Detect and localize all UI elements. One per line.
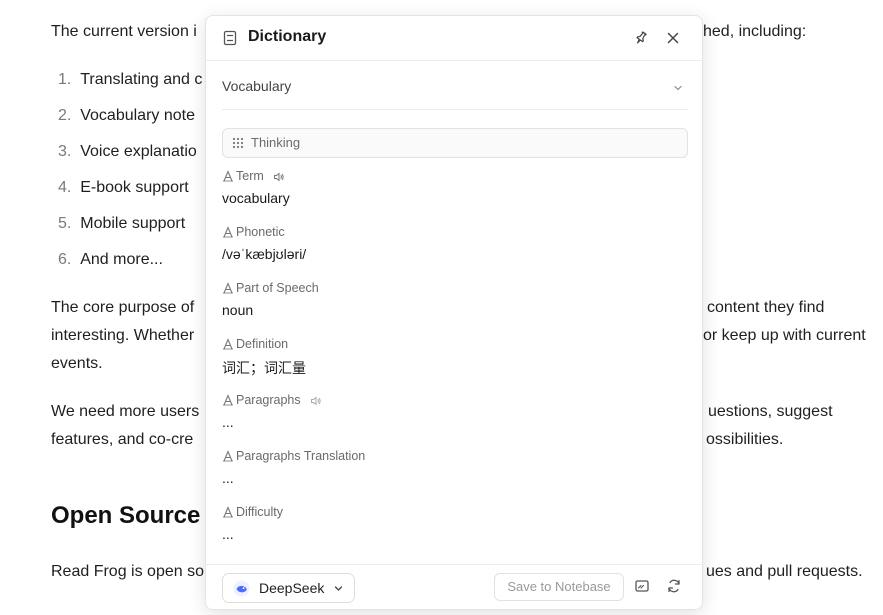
dictionary-fields: Term vocabulary Phonetic /vəˈkæbjʊləri/ … <box>222 166 688 561</box>
list-number: 5. <box>58 215 72 232</box>
list-text: And more... <box>80 251 163 268</box>
list-number: 2. <box>58 107 72 124</box>
field-value: /vəˈkæbjʊləri/ <box>222 246 307 262</box>
paragraph-users-line1: We need more users <box>51 403 200 420</box>
list-item: 2. Vocabulary note <box>58 102 195 130</box>
speaker-icon[interactable] <box>310 395 322 407</box>
field-value: ... <box>222 526 234 542</box>
field-value: vocabulary <box>222 190 290 206</box>
paragraph-core-line2: interesting. Whether <box>51 327 195 344</box>
list-text: Mobile support <box>80 215 186 232</box>
list-item: 4. E-book support <box>58 174 189 202</box>
speaker-icon[interactable] <box>273 171 285 183</box>
list-number: 1. <box>58 71 72 88</box>
list-item: 3. Voice explanatio <box>58 138 197 166</box>
field-definition: Definition 词汇；词汇量 <box>222 334 688 390</box>
provider-name: DeepSeek <box>259 580 325 596</box>
refresh-icon[interactable] <box>666 578 682 594</box>
dictionary-popup: Dictionary Vocabulary Thinking Term voca… <box>205 15 703 610</box>
field-name: Part of Speech <box>236 281 319 295</box>
field-value: 词汇；词汇量 <box>222 360 306 376</box>
thinking-label: Thinking <box>251 135 301 150</box>
field-part-of-speech: Part of Speech noun <box>222 278 688 334</box>
field-name: Term <box>236 169 264 183</box>
font-icon <box>223 338 233 350</box>
close-icon[interactable] <box>664 29 682 47</box>
list-item: 5. Mobile support <box>58 210 185 238</box>
section-heading-open-source: Open Source <box>51 502 201 529</box>
thinking-toggle[interactable]: Thinking <box>222 128 688 158</box>
paragraph-core-line2-end: or keep up with current <box>703 327 866 344</box>
font-icon <box>223 394 233 406</box>
field-name: Definition <box>236 337 289 351</box>
paragraph-open-source: Read Frog is open so <box>51 563 204 580</box>
popup-footer: DeepSeek Save to Notebase <box>206 564 702 609</box>
field-paragraphs: Paragraphs ... <box>222 390 688 446</box>
paragraph-users-line2: features, and co-cre <box>51 431 194 448</box>
pin-icon[interactable] <box>632 29 650 47</box>
list-number: 3. <box>58 143 72 160</box>
font-icon <box>223 282 233 294</box>
paragraph-intro: The current version i <box>51 23 197 40</box>
font-icon <box>223 170 233 182</box>
list-item: 6. And more... <box>58 246 163 274</box>
field-value: ... <box>222 470 234 486</box>
paragraph-core-line1: The core purpose of <box>51 299 195 316</box>
popup-header: Dictionary <box>206 16 702 61</box>
field-phonetic: Phonetic /vəˈkæbjʊləri/ <box>222 222 688 278</box>
font-icon <box>223 450 233 462</box>
provider-select[interactable]: DeepSeek <box>222 573 355 603</box>
field-name: Paragraphs Translation <box>236 449 366 463</box>
field-paragraphs-translation: Paragraphs Translation ... <box>222 446 688 502</box>
paragraph-core-line1-end: content they find <box>707 299 825 316</box>
field-name: Difficulty <box>236 505 284 519</box>
chevron-down-icon <box>674 85 682 91</box>
list-number: 4. <box>58 179 72 196</box>
list-text: Translating and c <box>80 71 203 88</box>
mode-select-value: Vocabulary <box>222 78 292 94</box>
field-term: Term vocabulary <box>222 166 688 222</box>
deepseek-logo-icon <box>233 580 250 597</box>
field-name: Phonetic <box>236 225 285 239</box>
save-to-notebase-button[interactable]: Save to Notebase <box>494 573 624 601</box>
list-text: E-book support <box>80 179 189 196</box>
paragraph-users-line1-end: uestions, suggest <box>708 403 833 420</box>
chevron-down-icon <box>334 586 343 591</box>
list-text: Vocabulary note <box>80 107 195 124</box>
list-item: 1. Translating and c <box>58 66 202 94</box>
grid-icon <box>232 137 244 149</box>
screen-icon[interactable] <box>634 578 650 594</box>
field-value: ... <box>222 414 234 430</box>
field-value: noun <box>222 302 254 318</box>
paragraph-users-line2-end: ossibilities. <box>706 431 784 448</box>
field-difficulty: Difficulty ... <box>222 502 688 558</box>
font-icon <box>223 226 233 238</box>
list-number: 6. <box>58 251 72 268</box>
paragraph-open-source-end: ues and pull requests. <box>706 563 863 580</box>
mode-select[interactable]: Vocabulary <box>222 72 688 110</box>
font-icon <box>223 506 233 518</box>
popup-title: Dictionary <box>248 28 327 45</box>
book-icon <box>223 30 237 46</box>
paragraph-core-line3: events. <box>51 355 103 372</box>
list-text: Voice explanatio <box>80 143 197 160</box>
paragraph-intro-end: hed, including: <box>703 23 807 40</box>
field-name: Paragraphs <box>236 393 301 407</box>
